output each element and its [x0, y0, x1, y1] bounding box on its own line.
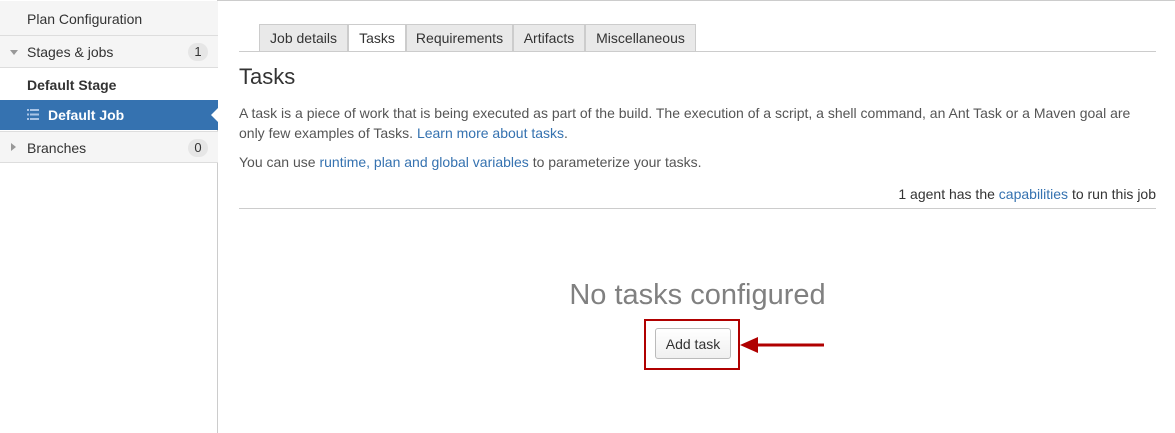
section-divider	[239, 208, 1156, 209]
sidebar-item-plan-configuration[interactable]: Plan Configuration	[0, 1, 218, 36]
tasks-description: A task is a piece of work that is being …	[239, 103, 1159, 143]
stages-count-badge: 1	[188, 43, 208, 61]
sidebar-item-stages-jobs[interactable]: Stages & jobs 1	[0, 36, 218, 68]
variables-suffix: to parameterize your tasks.	[528, 154, 702, 170]
variables-prefix: You can use	[239, 154, 320, 170]
learn-more-link[interactable]: Learn more about tasks	[417, 125, 564, 141]
agent-suffix: to run this job	[1068, 186, 1156, 202]
agent-capabilities-note: 1 agent has the capabilities to run this…	[898, 186, 1156, 202]
tab-artifacts[interactable]: Artifacts	[513, 24, 585, 51]
arrow-left-icon	[740, 337, 824, 353]
add-task-button[interactable]: Add task	[655, 328, 731, 359]
sidebar-item-branches[interactable]: Branches 0	[0, 131, 218, 163]
sidebar-item-label: Default Job	[48, 107, 125, 123]
tab-divider	[239, 51, 1156, 52]
agent-prefix: 1 agent has the	[898, 186, 999, 202]
capabilities-link[interactable]: capabilities	[999, 186, 1068, 202]
sidebar-item-default-stage[interactable]: Default Stage	[0, 68, 218, 100]
selection-notch	[211, 107, 219, 123]
job-list-icon	[27, 109, 39, 120]
tab-tasks[interactable]: Tasks	[348, 24, 406, 52]
sidebar: Plan Configuration Stages & jobs 1 Defau…	[0, 0, 219, 433]
tab-requirements[interactable]: Requirements	[406, 24, 513, 51]
variables-note: You can use runtime, plan and global var…	[239, 154, 702, 170]
sidebar-item-label: Plan Configuration	[27, 11, 143, 27]
description-text: A task is a piece of work that is being …	[239, 105, 1131, 141]
sidebar-item-default-job[interactable]: Default Job	[0, 100, 219, 130]
branches-count-badge: 0	[188, 139, 208, 157]
caret-down-icon[interactable]	[10, 50, 18, 55]
tab-job-details[interactable]: Job details	[259, 24, 348, 51]
page-title: Tasks	[239, 64, 296, 89]
variables-link[interactable]: runtime, plan and global variables	[319, 154, 528, 170]
description-suffix: .	[564, 125, 568, 141]
tab-miscellaneous[interactable]: Miscellaneous	[585, 24, 696, 51]
sidebar-item-label: Stages & jobs	[27, 44, 114, 60]
sidebar-item-label: Branches	[27, 140, 87, 156]
empty-state-message: No tasks configured	[569, 279, 826, 311]
caret-right-icon[interactable]	[11, 143, 16, 151]
sidebar-item-label: Default Stage	[27, 77, 117, 93]
